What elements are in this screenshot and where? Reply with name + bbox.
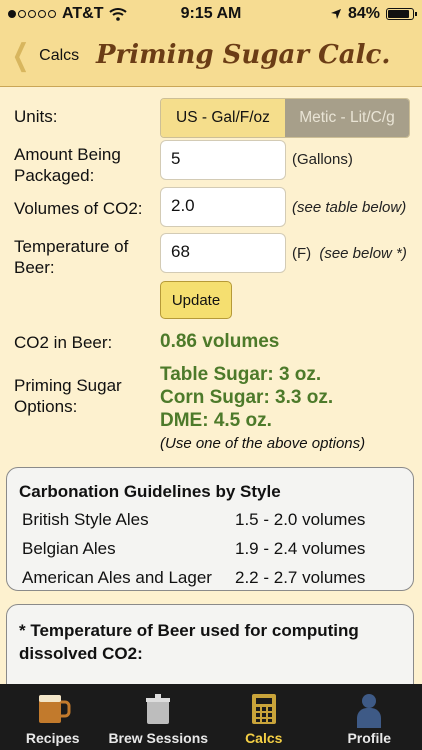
- battery-percent: 84%: [347, 5, 380, 22]
- page-title: Priming Sugar Calc.: [96, 40, 391, 70]
- amount-unit: (Gallons): [292, 151, 353, 168]
- guideline-style: British Style Ales: [22, 510, 149, 529]
- tab-calcs[interactable]: Calcs: [211, 684, 317, 750]
- unit-us-option[interactable]: US - Gal/F/oz: [161, 99, 285, 137]
- tab-label: Recipes: [25, 730, 80, 746]
- location-arrow-icon: [330, 9, 341, 19]
- guideline-style: American Ales and Lager: [22, 568, 212, 587]
- person-icon: [357, 694, 382, 728]
- amount-input[interactable]: 5: [160, 140, 286, 180]
- temp-label-line2: Beer:: [14, 258, 55, 277]
- temp-note-line2: dissolved CO2:: [19, 644, 143, 663]
- update-button[interactable]: Update: [160, 281, 232, 319]
- carbonation-guidelines-panel: Carbonation Guidelines by Style British …: [6, 467, 414, 591]
- back-button[interactable]: ❮ Calcs: [8, 39, 80, 72]
- temperature-input[interactable]: 68: [160, 233, 286, 273]
- temp-hint: (F) (see below *): [292, 245, 407, 262]
- priming-sugar-label: Priming Sugar Options:: [14, 375, 122, 417]
- guidelines-title: Carbonation Guidelines by Style: [19, 482, 281, 501]
- dme-result: DME: 4.5 oz.: [160, 410, 272, 431]
- tab-label: Profile: [347, 730, 392, 746]
- table-sugar-result: Table Sugar: 3 oz.: [160, 364, 322, 385]
- temp-label-line1: Temperature of: [14, 237, 129, 256]
- tab-profile[interactable]: Profile: [317, 684, 422, 750]
- co2-in-beer-label: CO2 in Beer:: [14, 333, 113, 352]
- co2-label: Volumes of CO2:: [14, 199, 143, 218]
- corn-sugar-result: Corn Sugar: 3.3 oz.: [160, 387, 334, 408]
- amount-label: Amount Being Packaged:: [14, 144, 121, 186]
- tab-label: Brew Sessions: [108, 730, 209, 746]
- tab-bar: Recipes Brew Sessions Calcs Profile: [0, 684, 422, 750]
- beer-mug-icon: [38, 695, 71, 723]
- tab-brew-sessions[interactable]: Brew Sessions: [106, 684, 212, 750]
- temp-hint-text: (see below *): [319, 245, 407, 262]
- co2-in-beer-value: 0.86 volumes: [160, 331, 280, 352]
- temp-unit: (F): [292, 245, 312, 262]
- guideline-range: 1.9 - 2.4 volumes: [235, 539, 366, 558]
- status-bar: AT&T 9:15 AM 84%: [0, 0, 422, 30]
- back-label: Calcs: [39, 47, 80, 64]
- guideline-range: 1.5 - 2.0 volumes: [235, 510, 366, 529]
- amount-label-line1: Amount Being: [14, 145, 121, 164]
- units-label: Units:: [14, 107, 58, 126]
- temp-label: Temperature of Beer:: [14, 236, 128, 278]
- guideline-style: Belgian Ales: [22, 539, 116, 558]
- brew-kettle-icon: [146, 694, 171, 724]
- tab-label: Calcs: [245, 730, 283, 746]
- chevron-left-icon: ❮: [11, 39, 30, 72]
- battery-info: 84%: [330, 5, 417, 23]
- co2-volumes-input[interactable]: 2.0: [160, 187, 286, 227]
- co2-hint-text: (see table below): [292, 199, 407, 216]
- options-note: (Use one of the above options): [160, 435, 366, 452]
- battery-icon: [386, 8, 417, 20]
- amount-label-line2: Packaged:: [14, 166, 95, 185]
- guideline-range: 2.2 - 2.7 volumes: [235, 568, 366, 587]
- unit-metric-option[interactable]: Metic - Lit/C/g: [285, 99, 409, 137]
- temp-note-text: * Temperature of Beer used for computing…: [19, 619, 359, 665]
- priming-sugar-label-line2: Options:: [14, 397, 78, 416]
- temp-note-line1: * Temperature of Beer used for computing: [19, 621, 359, 640]
- tab-recipes[interactable]: Recipes: [0, 684, 106, 750]
- co2-hint: (see table below): [292, 199, 406, 216]
- nav-bar: ❮ Calcs Priming Sugar Calc.: [0, 30, 422, 87]
- calculator-icon: [251, 694, 276, 724]
- priming-sugar-label-line1: Priming Sugar: [14, 376, 122, 395]
- units-segmented-control: US - Gal/F/oz Metic - Lit/C/g: [160, 98, 410, 138]
